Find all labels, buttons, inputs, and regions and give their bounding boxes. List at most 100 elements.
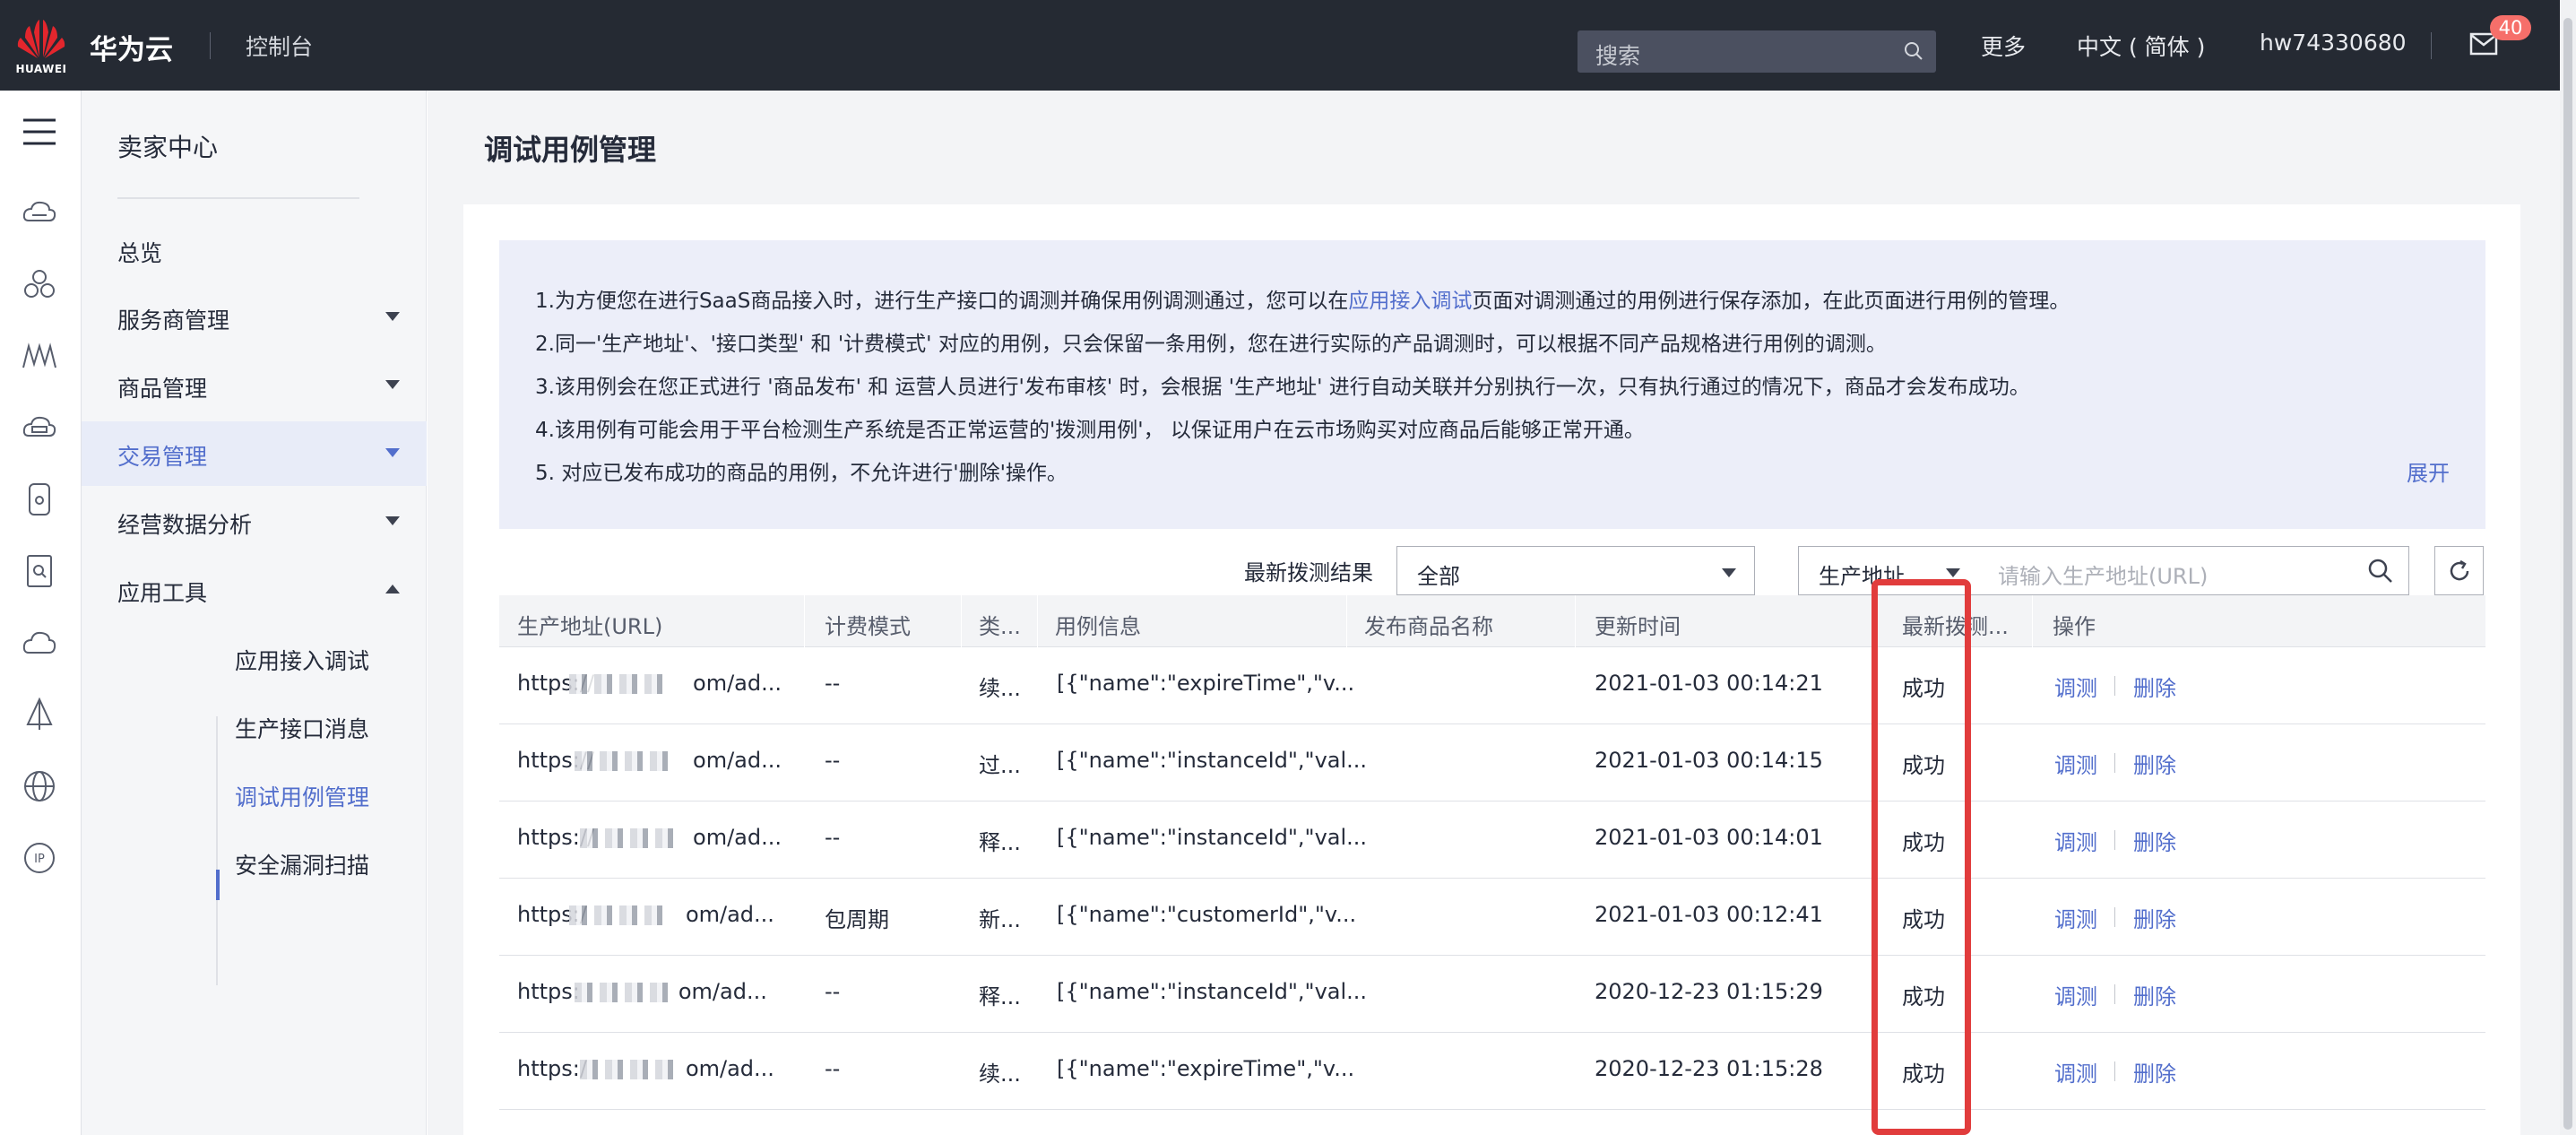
debug-link[interactable]: 调测 (2054, 825, 2097, 856)
document-search-icon[interactable] (20, 551, 59, 591)
divider (2431, 32, 2432, 59)
brand-name[interactable]: 华为云 (90, 27, 173, 67)
top-navigation-bar: HUAWEI 华为云 控制台 搜索 更多 中文 ( 简体 ) hw7433068… (0, 0, 2560, 91)
column-header-billing[interactable]: 计费模式 (825, 609, 911, 640)
redacted-url-mask (569, 905, 670, 925)
cloud-icon[interactable] (20, 623, 59, 663)
chevron-down-icon (385, 448, 400, 457)
input-placeholder: 请输入生产地址(URL) (1998, 564, 2209, 589)
table-row[interactable]: https://om/ad... -- 过... [{"name":"instance… (499, 724, 2485, 801)
table-row[interactable]: https://om/ad... -- 释... [{"name":"instance… (499, 801, 2485, 879)
cluster-icon[interactable] (20, 264, 59, 304)
refresh-button[interactable] (2434, 546, 2484, 595)
service-icon-rail: IP (0, 91, 82, 1135)
cell-billing: -- (825, 671, 841, 696)
page-scrollbar[interactable] (2560, 0, 2576, 1135)
info-notice: 1.为方便您在进行SaaS商品接入时，进行生产接口的调测并确保用例调测通过，您可… (499, 240, 2485, 529)
column-header-url[interactable]: 生产地址(URL) (517, 609, 662, 640)
column-divider (961, 595, 962, 647)
cell-billing: -- (825, 1056, 841, 1081)
network-icon[interactable] (20, 336, 59, 376)
search-icon[interactable] (1904, 41, 1923, 61)
logo-text: HUAWEI (15, 63, 67, 75)
sail-icon[interactable] (20, 695, 59, 734)
cell-type: 续... (979, 676, 1021, 701)
sidebar-item-product-management[interactable]: 商品管理 (82, 353, 427, 418)
sidebar-item-provider-management[interactable]: 服务商管理 (82, 285, 427, 350)
debug-link[interactable]: 调测 (2054, 671, 2097, 702)
language-selector[interactable]: 中文 ( 简体 ) (2077, 30, 2205, 62)
username-menu[interactable]: hw74330680 (2260, 30, 2407, 56)
search-input[interactable]: 搜索 (1578, 30, 1936, 73)
table-row[interactable]: https:/om/ad... -- 续... [{"name":"expireTim… (499, 1033, 2485, 1110)
action-divider (2114, 1061, 2115, 1081)
debug-link[interactable]: 调测 (2054, 1056, 2097, 1087)
action-divider (2114, 753, 2115, 773)
huawei-logo[interactable]: HUAWEI (14, 18, 68, 75)
sidebar-subitem-app-debug[interactable]: 应用接入调试 (235, 644, 369, 676)
sidebar-item-label: 应用工具 (117, 580, 208, 606)
cell-latest-result: 成功 (1902, 1061, 1945, 1087)
cell-case-info: [{"name":"expireTime","v... (1057, 671, 1355, 696)
search-icon[interactable] (2367, 558, 2394, 585)
menu-icon[interactable] (20, 112, 59, 152)
cell-billing: -- (825, 979, 841, 1004)
delete-link[interactable]: 删除 (2133, 748, 2176, 779)
debug-link[interactable]: 调测 (2054, 902, 2097, 933)
result-filter-select[interactable]: 全部 (1396, 546, 1755, 595)
sidebar-item-transaction-management[interactable]: 交易管理 (82, 421, 427, 486)
debug-link[interactable]: 调测 (2054, 979, 2097, 1010)
notice-line-4: 4.该用例有可能会用于平台检测生产系统是否正常运营的'拨测用例'， 以保证用户在… (535, 419, 1645, 442)
delete-link[interactable]: 删除 (2133, 1056, 2176, 1087)
sidebar-subitem-test-case-management[interactable]: 调试用例管理 (235, 780, 369, 812)
cell-billing: -- (825, 748, 841, 773)
huawei-petal-icon (17, 20, 65, 58)
scrollbar-thumb[interactable] (2563, 18, 2572, 1130)
notice-line-2: 2.同一'生产地址'、'接口类型' 和 '计费模式' 对应的用例，只会保留一条用… (535, 333, 1887, 356)
column-header-update-time[interactable]: 更新时间 (1595, 609, 1681, 640)
debug-link[interactable]: 调测 (2054, 748, 2097, 779)
storage-icon[interactable] (20, 408, 59, 447)
mobile-icon[interactable] (20, 480, 59, 519)
expand-link[interactable]: 展开 (2407, 455, 2450, 487)
chevron-up-icon (385, 585, 400, 593)
delete-link[interactable]: 删除 (2133, 979, 2176, 1010)
redacted-url-mask (575, 751, 675, 771)
cell-latest-result: 成功 (1902, 753, 1945, 778)
cell-update-time: 2021-01-03 00:14:15 (1595, 748, 1823, 773)
cell-case-info: [{"name":"instanceId","val... (1057, 979, 1368, 1004)
sidebar-subitem-production-messages[interactable]: 生产接口消息 (235, 712, 369, 744)
column-header-product-name[interactable]: 发布商品名称 (1364, 609, 1493, 640)
select-value: 全部 (1417, 564, 1460, 589)
delete-link[interactable]: 删除 (2133, 825, 2176, 856)
console-link[interactable]: 控制台 (246, 30, 313, 62)
cell-case-info: [{"name":"instanceId","val... (1057, 825, 1368, 850)
table-row[interactable]: https: om/ad... -- 释... [{"name":"instanceId… (499, 956, 2485, 1033)
sidebar-item-app-tools[interactable]: 应用工具 (82, 558, 427, 622)
notice-line-3: 3.该用例会在您正式进行 '商品发布' 和 运营人员进行'发布审核' 时，会根据… (535, 376, 2030, 399)
cloud-server-icon[interactable] (20, 193, 59, 232)
column-header-latest-result[interactable]: 最新拨测... (1902, 609, 2009, 640)
cell-case-info: [{"name":"instanceId","val... (1057, 748, 1368, 773)
filter-label: 最新拨测结果 (1244, 560, 1373, 585)
ip-icon[interactable]: IP (20, 838, 59, 878)
column-header-actions: 操作 (2053, 614, 2096, 639)
sidebar-subitem-vulnerability-scan[interactable]: 安全漏洞扫描 (235, 848, 369, 880)
search-placeholder: 搜索 (1595, 43, 1641, 69)
search-field-select[interactable]: 生产地址 (1798, 546, 1979, 595)
column-header-type[interactable]: 类... (979, 609, 1021, 640)
page-title: 调试用例管理 (484, 133, 657, 167)
table-row[interactable]: https://om/ad... -- 续... [{"name":"expireTi… (499, 647, 2485, 724)
column-header-case-info[interactable]: 用例信息 (1055, 609, 1141, 640)
action-divider (2114, 984, 2115, 1004)
globe-icon[interactable] (20, 767, 59, 806)
delete-link[interactable]: 删除 (2133, 671, 2176, 702)
divider (210, 32, 211, 59)
sidebar-item-overview[interactable]: 总览 (82, 218, 427, 282)
more-menu[interactable]: 更多 (1981, 30, 2026, 62)
delete-link[interactable]: 删除 (2133, 902, 2176, 933)
sidebar-item-business-analytics[interactable]: 经营数据分析 (82, 490, 427, 554)
url-search-input[interactable]: 请输入生产地址(URL) (1978, 546, 2409, 595)
table-row[interactable]: https:/om/ad... 包周期 新... [{"name":"customer… (499, 879, 2485, 956)
app-debug-link[interactable]: 应用接入调试 (1348, 290, 1472, 313)
